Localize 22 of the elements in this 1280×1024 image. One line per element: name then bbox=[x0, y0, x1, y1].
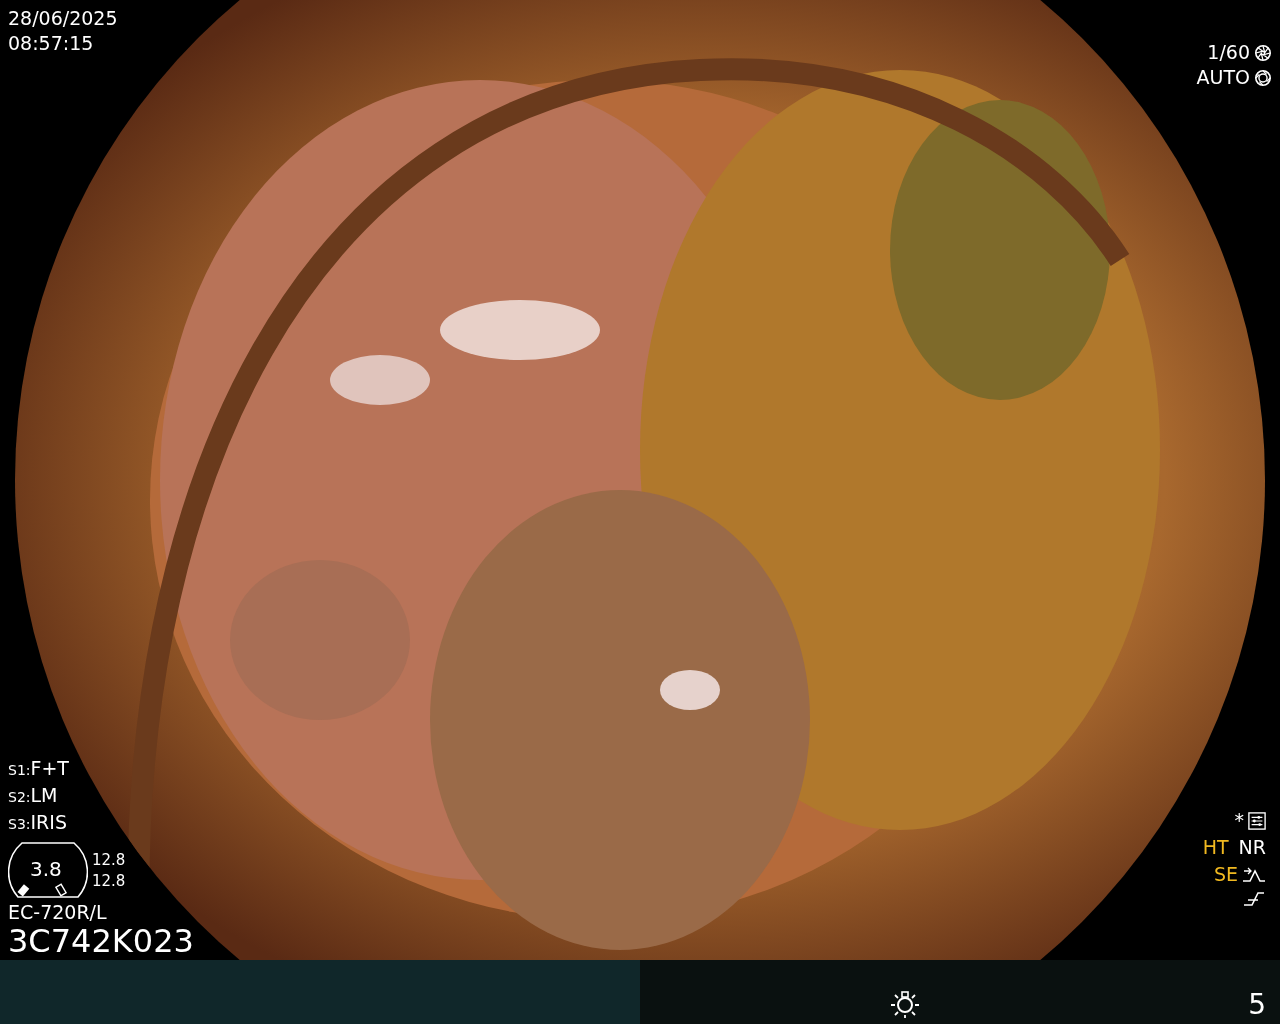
indicator-text: NR bbox=[1238, 835, 1266, 860]
curve-icon bbox=[1242, 889, 1266, 909]
gauge-reading: 12.8 bbox=[92, 871, 126, 892]
indicator-text: SE bbox=[1213, 862, 1238, 887]
level-number: 5 bbox=[1248, 988, 1266, 1022]
scope-model-text: EC-720R/L bbox=[8, 901, 108, 923]
serial-number-text: 3C742K023 bbox=[8, 923, 194, 959]
iris-mode-text: AUTO bbox=[1196, 65, 1250, 90]
gauge-value: 3.8 bbox=[30, 857, 62, 881]
scope-setting-text: S2:LM bbox=[8, 783, 59, 808]
scope-setting-text: S1:F+T bbox=[8, 756, 70, 781]
gauge-reading: 12.8 bbox=[92, 850, 126, 871]
sliders-icon bbox=[1248, 811, 1266, 830]
time-text: 08:57:15 bbox=[8, 31, 95, 56]
aperture-icon bbox=[1254, 68, 1272, 87]
indicator-text: HT bbox=[1202, 835, 1229, 860]
date-text: 28/06/2025 bbox=[8, 6, 118, 31]
star-mark: * bbox=[1234, 808, 1244, 833]
shutter-speed-text: 1/60 bbox=[1207, 40, 1250, 65]
light-icon bbox=[890, 990, 920, 1018]
scope-setting-text: S3:IRIS bbox=[8, 810, 68, 835]
aperture-icon bbox=[1254, 43, 1272, 62]
